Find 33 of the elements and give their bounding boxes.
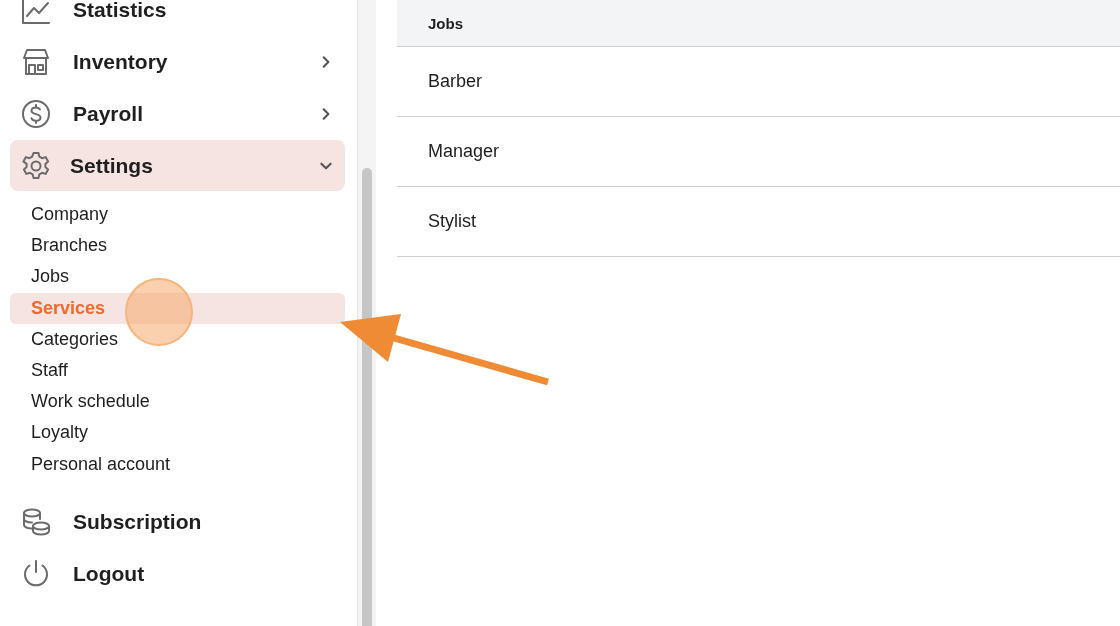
gear-icon bbox=[20, 149, 52, 182]
nav-label: Logout bbox=[73, 561, 146, 586]
store-icon bbox=[20, 46, 52, 78]
submenu-item[interactable]: Categories bbox=[10, 323, 345, 355]
nav-item[interactable]: Statistics bbox=[10, 0, 345, 36]
table-cell: Manager bbox=[428, 141, 500, 162]
nav-item[interactable]: Settings bbox=[10, 140, 345, 191]
submenu-item[interactable]: Loyalty bbox=[10, 417, 345, 449]
nav-item[interactable]: Logout bbox=[10, 547, 345, 600]
nav-label: Payroll bbox=[73, 102, 145, 126]
nav-label: Subscription bbox=[73, 509, 203, 534]
table-row[interactable]: Barber bbox=[397, 47, 1120, 117]
submenu-item[interactable]: Jobs bbox=[10, 261, 345, 293]
scrollbar[interactable] bbox=[357, 0, 376, 626]
dollar-icon bbox=[20, 98, 52, 130]
table-cell: Barber bbox=[428, 71, 483, 92]
nav-label: Settings bbox=[70, 153, 154, 178]
table-row[interactable]: Manager bbox=[397, 117, 1120, 187]
submenu-item[interactable]: Personal account bbox=[10, 448, 345, 480]
nav-label: Inventory bbox=[73, 50, 169, 74]
table-row[interactable]: Stylist bbox=[397, 187, 1120, 257]
chart-icon bbox=[20, 0, 52, 26]
table-cell: Stylist bbox=[428, 211, 476, 232]
nav-item[interactable]: Inventory bbox=[10, 36, 345, 88]
submenu-item[interactable]: Work schedule bbox=[10, 386, 345, 418]
submenu-item[interactable]: Branches bbox=[10, 230, 345, 262]
scrollbar-thumb[interactable] bbox=[362, 168, 372, 626]
submenu-item[interactable]: Company bbox=[10, 199, 345, 231]
nav-label: Statistics bbox=[73, 0, 168, 22]
submenu-item[interactable]: Staff bbox=[10, 354, 345, 387]
nav-item[interactable]: Subscription bbox=[10, 495, 345, 548]
column-header: Jobs bbox=[428, 14, 463, 32]
nav-item[interactable]: Payroll bbox=[10, 88, 345, 140]
